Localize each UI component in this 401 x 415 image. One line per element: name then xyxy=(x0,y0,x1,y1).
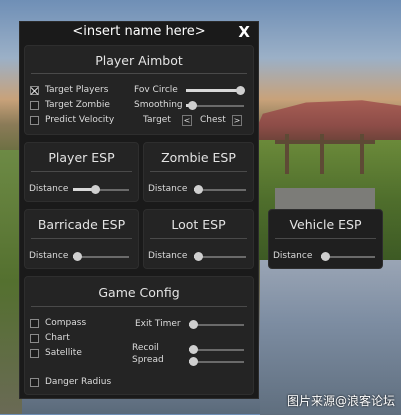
barricade-esp-panel: Barricade ESP Distance xyxy=(24,209,139,269)
slider-knob[interactable] xyxy=(194,185,203,194)
target-players-label: Target Players xyxy=(45,85,109,95)
fov-circle-label: Fov Circle xyxy=(134,85,178,95)
panel-divider xyxy=(31,306,247,307)
slider-knob[interactable] xyxy=(189,320,198,329)
vehicle-esp-distance-slider[interactable] xyxy=(321,252,375,261)
satellite-checkbox[interactable] xyxy=(30,349,39,358)
player-aimbot-title: Player Aimbot xyxy=(95,53,183,68)
target-zombie-label: Target Zombie xyxy=(45,100,110,110)
target-players-checkbox[interactable] xyxy=(30,86,39,95)
target-next-button[interactable]: > xyxy=(232,115,242,126)
slider-knob[interactable] xyxy=(73,252,82,261)
player-esp-panel: Player ESP Distance xyxy=(24,142,139,202)
target-value: Chest xyxy=(200,115,226,125)
panel-divider xyxy=(31,73,247,74)
background-bridge xyxy=(275,134,375,218)
chart-label: Chart xyxy=(45,333,70,343)
barricade-esp-title: Barricade ESP xyxy=(37,217,126,232)
panel-divider xyxy=(150,238,247,239)
target-zombie-checkbox[interactable] xyxy=(30,101,39,110)
barricade-esp-distance-label: Distance xyxy=(29,251,69,261)
panel-divider xyxy=(275,238,376,239)
title-bar[interactable]: <insert name here> X xyxy=(20,22,258,44)
target-prev-button[interactable]: < xyxy=(182,115,192,126)
recoil-label: Recoil xyxy=(132,343,159,353)
loot-esp-distance-slider[interactable] xyxy=(194,252,246,261)
danger-radius-checkbox[interactable] xyxy=(30,378,39,387)
vehicle-esp-distance-label: Distance xyxy=(273,251,313,261)
compass-label: Compass xyxy=(45,318,87,328)
loot-esp-title: Loot ESP xyxy=(171,217,226,232)
game-config-panel: Game Config Compass Chart Satellite Dang… xyxy=(24,276,254,395)
spread-slider[interactable] xyxy=(189,357,244,366)
exit-timer-slider[interactable] xyxy=(189,320,244,329)
player-esp-distance-slider[interactable] xyxy=(73,185,129,194)
window-title: <insert name here> xyxy=(72,24,206,39)
slider-knob[interactable] xyxy=(194,252,203,261)
panel-divider xyxy=(31,238,132,239)
satellite-label: Satellite xyxy=(45,348,82,358)
player-esp-title: Player ESP xyxy=(48,150,115,165)
slider-knob[interactable] xyxy=(236,86,245,95)
panel-divider xyxy=(31,171,132,172)
cheat-menu-window: <insert name here> X Player Aimbot Targe… xyxy=(19,21,259,399)
zombie-esp-distance-slider[interactable] xyxy=(194,185,246,194)
slider-knob[interactable] xyxy=(189,357,198,366)
spread-label: Spread xyxy=(132,355,164,365)
fov-circle-slider[interactable] xyxy=(186,86,245,95)
panel-divider xyxy=(150,171,247,172)
predict-velocity-checkbox[interactable] xyxy=(30,116,39,125)
target-label: Target xyxy=(143,115,171,125)
chart-checkbox[interactable] xyxy=(30,334,39,343)
slider-knob[interactable] xyxy=(321,252,330,261)
loot-esp-distance-label: Distance xyxy=(148,251,188,261)
slider-knob[interactable] xyxy=(187,101,197,110)
slider-knob[interactable] xyxy=(189,345,198,354)
background-hill xyxy=(250,100,401,143)
barricade-esp-distance-slider[interactable] xyxy=(73,252,129,261)
zombie-esp-title: Zombie ESP xyxy=(161,150,236,165)
loot-esp-panel: Loot ESP Distance xyxy=(143,209,254,269)
player-esp-distance-label: Distance xyxy=(29,184,69,194)
danger-radius-label: Danger Radius xyxy=(45,377,112,387)
game-config-title: Game Config xyxy=(98,285,180,300)
zombie-esp-panel: Zombie ESP Distance xyxy=(143,142,254,202)
vehicle-esp-title: Vehicle ESP xyxy=(289,217,362,232)
exit-timer-label: Exit Timer xyxy=(135,319,181,329)
recoil-slider[interactable] xyxy=(189,345,244,354)
watermark-text: 图片来源@浪客论坛 xyxy=(286,394,395,408)
zombie-esp-distance-label: Distance xyxy=(148,184,188,194)
compass-checkbox[interactable] xyxy=(30,319,39,328)
close-button[interactable]: X xyxy=(238,23,250,41)
smoothing-slider[interactable] xyxy=(186,101,244,110)
slider-knob[interactable] xyxy=(91,185,101,194)
player-aimbot-panel: Player Aimbot Target Players Target Zomb… xyxy=(24,45,254,135)
predict-velocity-label: Predict Velocity xyxy=(45,115,115,125)
smoothing-label: Smoothing xyxy=(134,100,183,110)
vehicle-esp-panel: Vehicle ESP Distance xyxy=(268,209,383,269)
